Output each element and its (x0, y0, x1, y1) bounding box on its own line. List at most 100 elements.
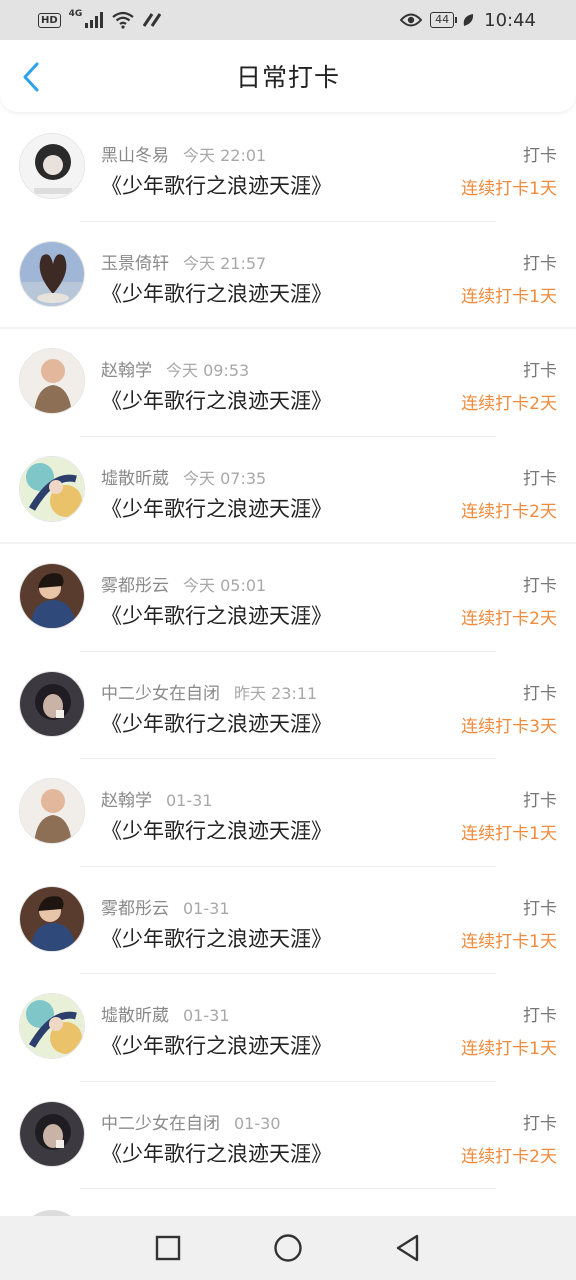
checkin-label: 打卡 (523, 791, 557, 811)
avatar[interactable] (19, 885, 85, 952)
avatar[interactable] (19, 1100, 85, 1167)
header: 日常打卡 (0, 40, 576, 112)
book-title[interactable]: 《少年歌行之浪迹天涯》 (101, 278, 332, 308)
user-name[interactable]: 雾都彤云 (101, 899, 169, 919)
list-item[interactable]: 雾都彤云 01-31 《少年歌行之浪迹天涯》 打卡 连续打卡1天 (0, 867, 576, 974)
book-title[interactable]: 《少年歌行之浪迹天涯》 (101, 923, 332, 953)
name-line: 墟散昕葳 01-31 (101, 1001, 230, 1026)
user-name[interactable]: 赵翰学 (101, 791, 152, 811)
checkin-label: 打卡 (523, 146, 557, 166)
user-name[interactable]: 雾都彤云 (101, 576, 169, 596)
list-item[interactable]: 玉景倚轩 今天 21:57 《少年歌行之浪迹天涯》 打卡 连续打卡1天 (0, 222, 576, 329)
home-button[interactable] (272, 1232, 304, 1264)
chevron-left-icon (23, 62, 39, 92)
avatar[interactable] (19, 348, 85, 414)
book-title[interactable]: 《少年歌行之浪迹天涯》 (101, 1030, 332, 1060)
book-title[interactable]: 《少年歌行之浪迹天涯》 (101, 815, 332, 845)
name-line: 玉景倚轩 今天 21:57 (101, 249, 266, 274)
network-type: 4G (68, 9, 83, 19)
wifi-icon (112, 11, 135, 29)
name-line: 赵翰学 今天 09:53 (101, 356, 249, 381)
user-name[interactable]: 玉景倚轩 (101, 254, 169, 274)
checkin-time: 01-31 (183, 898, 230, 918)
streak-label: 连续打卡2天 (461, 501, 557, 522)
avatar[interactable] (19, 455, 85, 522)
checkin-time: 今天 07:35 (183, 468, 267, 488)
list-item[interactable]: 中二少女在自闭 01-30 《少年歌行之浪迹天涯》 打卡 连续打卡2天 (0, 1082, 576, 1189)
recent-apps-button[interactable] (152, 1232, 184, 1264)
streak-label: 连续打卡1天 (461, 1039, 557, 1059)
streak-label: 连续打卡2天 (461, 1146, 557, 1167)
back-triangle-icon (396, 1234, 419, 1262)
checkin-time: 今天 09:53 (166, 361, 250, 380)
page-title: 日常打卡 (235, 63, 340, 92)
battery-icon: 44 (430, 12, 458, 28)
nav-bar (0, 1216, 576, 1280)
user-name[interactable]: 黑山冬易 (101, 146, 169, 166)
status-right: 44 10:44 (400, 10, 536, 31)
status-bar: HD 4G 44 10:44 (0, 0, 576, 40)
book-title[interactable]: 《少年歌行之浪迹天涯》 (101, 493, 332, 523)
checkin-time: 今天 21:57 (183, 253, 267, 273)
checkin-label: 打卡 (523, 1006, 557, 1026)
avatar[interactable] (19, 778, 85, 844)
name-line: 雾都彤云 01-31 (101, 894, 230, 919)
name-line: 中二少女在自闭 01-30 (101, 1109, 281, 1134)
checkin-time: 今天 05:01 (183, 576, 267, 595)
streak-label: 连续打卡3天 (461, 716, 557, 737)
checkin-label: 打卡 (523, 683, 557, 704)
checkin-time: 01-31 (183, 1006, 230, 1025)
streak-label: 连续打卡1天 (461, 286, 557, 307)
list-item[interactable]: 中二少女在自闭 昨天 23:11 《少年歌行之浪迹天涯》 打卡 连续打卡3天 (0, 652, 576, 759)
checkin-label: 打卡 (523, 898, 557, 919)
user-name[interactable]: 中二少女在自闭 (101, 684, 220, 704)
book-title[interactable]: 《少年歌行之浪迹天涯》 (101, 385, 332, 415)
book-title[interactable]: 《少年歌行之浪迹天涯》 (101, 1138, 332, 1168)
list-item[interactable]: 雾都彤云 今天 05:01 《少年歌行之浪迹天涯》 打卡 连续打卡2天 (0, 544, 576, 652)
checkin-time: 01-31 (166, 791, 213, 810)
checkin-time: 昨天 23:11 (234, 683, 318, 703)
checkin-label: 打卡 (523, 253, 557, 274)
hd-badge: HD (38, 12, 61, 28)
name-line: 墟散昕葳 今天 07:35 (101, 464, 266, 489)
nav-back-button[interactable] (392, 1232, 424, 1264)
checkin-label: 打卡 (523, 468, 557, 489)
streak-label: 连续打卡2天 (461, 609, 557, 629)
streak-label: 连续打卡2天 (461, 394, 557, 414)
eye-icon (400, 13, 423, 27)
user-name[interactable]: 墟散昕葳 (101, 1006, 169, 1026)
page: HD 4G 44 10:44 日常打卡 黑山冬易 今天 22:01 《少年歌行之… (0, 0, 576, 1280)
list-item[interactable]: 赵翰学 01-31 《少年歌行之浪迹天涯》 打卡 连续打卡1天 (0, 759, 576, 867)
streak-label: 连续打卡1天 (461, 824, 557, 844)
status-time: 10:44 (484, 9, 536, 31)
avatar[interactable] (19, 133, 85, 199)
user-name[interactable]: 墟散昕葳 (101, 469, 169, 489)
checkin-label: 打卡 (523, 576, 557, 596)
list-item[interactable]: 赵翰学 今天 09:53 《少年歌行之浪迹天涯》 打卡 连续打卡2天 (0, 329, 576, 437)
name-line: 黑山冬易 今天 22:01 (101, 141, 266, 166)
user-name[interactable]: 中二少女在自闭 (101, 1114, 220, 1134)
avatar[interactable] (19, 563, 85, 629)
avatar[interactable] (19, 670, 85, 737)
recent-apps-icon (155, 1235, 181, 1261)
list-item[interactable]: 黑山冬易 今天 22:01 《少年歌行之浪迹天涯》 打卡 连续打卡1天 (0, 114, 576, 222)
name-line: 中二少女在自闭 昨天 23:11 (101, 679, 317, 704)
leaf-icon (463, 14, 474, 26)
list-item[interactable]: 墟散昕葳 今天 07:35 《少年歌行之浪迹天涯》 打卡 连续打卡2天 (0, 437, 576, 544)
book-title[interactable]: 《少年歌行之浪迹天涯》 (101, 708, 332, 738)
list-item[interactable]: 墟散昕葳 01-31 《少年歌行之浪迹天涯》 打卡 连续打卡1天 (0, 974, 576, 1082)
back-button[interactable] (14, 60, 48, 94)
book-title[interactable]: 《少年歌行之浪迹天涯》 (101, 170, 332, 200)
avatar[interactable] (19, 993, 85, 1059)
checkin-time: 今天 22:01 (183, 146, 267, 165)
divider (80, 1188, 496, 1189)
book-title[interactable]: 《少年歌行之浪迹天涯》 (101, 600, 332, 630)
checkin-list: 黑山冬易 今天 22:01 《少年歌行之浪迹天涯》 打卡 连续打卡1天 玉景倚轩今… (0, 114, 576, 1189)
checkin-time: 01-30 (234, 1113, 281, 1133)
checkin-label: 打卡 (523, 1113, 557, 1134)
streak-label: 连续打卡1天 (461, 179, 557, 199)
avatar[interactable] (19, 240, 85, 307)
user-name[interactable]: 赵翰学 (101, 361, 152, 381)
status-left: HD 4G (38, 9, 162, 29)
name-line: 雾都彤云 今天 05:01 (101, 571, 266, 596)
